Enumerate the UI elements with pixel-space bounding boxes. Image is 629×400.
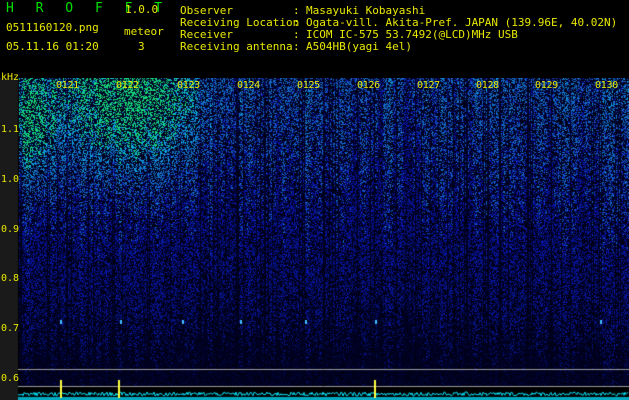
antenna-value: A504HB(yagi 4el)	[306, 40, 412, 53]
meteor-label: meteor	[124, 25, 164, 38]
y-tick-label: 0.8	[1, 273, 20, 284]
hroft-window: H R O F F T 1.0.0 0511160120.png 05.11.1…	[0, 0, 629, 400]
antenna-key: Receiving antenna	[180, 40, 293, 53]
x-tick-label: 0128	[476, 80, 499, 91]
antenna-sep: :	[293, 40, 300, 53]
x-tick-label: 0129	[535, 80, 558, 91]
x-tick-label: 0126	[357, 80, 380, 91]
y-tick-label: 0.7	[1, 323, 20, 334]
y-axis-unit: kHz	[1, 72, 20, 83]
x-tick-label: 0127	[417, 80, 440, 91]
x-tick-label: 0124	[237, 80, 260, 91]
x-tick-label: 0130	[595, 80, 618, 91]
y-tick-label: 0.6	[1, 373, 20, 384]
spectrogram-canvas	[0, 78, 629, 400]
x-tick-label: 0121	[56, 80, 79, 91]
y-tick-label: 1.0	[1, 174, 20, 185]
y-tick-label: 0.9	[1, 224, 20, 235]
x-tick-label: 0123	[177, 80, 200, 91]
x-tick-label: 0125	[297, 80, 320, 91]
x-tick-label: 0122	[116, 80, 139, 91]
app-version: 1.0.0	[125, 3, 159, 16]
capture-datetime: 05.11.16 01:20	[6, 40, 99, 53]
meteor-count: 3	[138, 40, 145, 53]
y-tick-label: 1.1	[1, 124, 20, 135]
file-name: 0511160120.png	[6, 21, 99, 34]
